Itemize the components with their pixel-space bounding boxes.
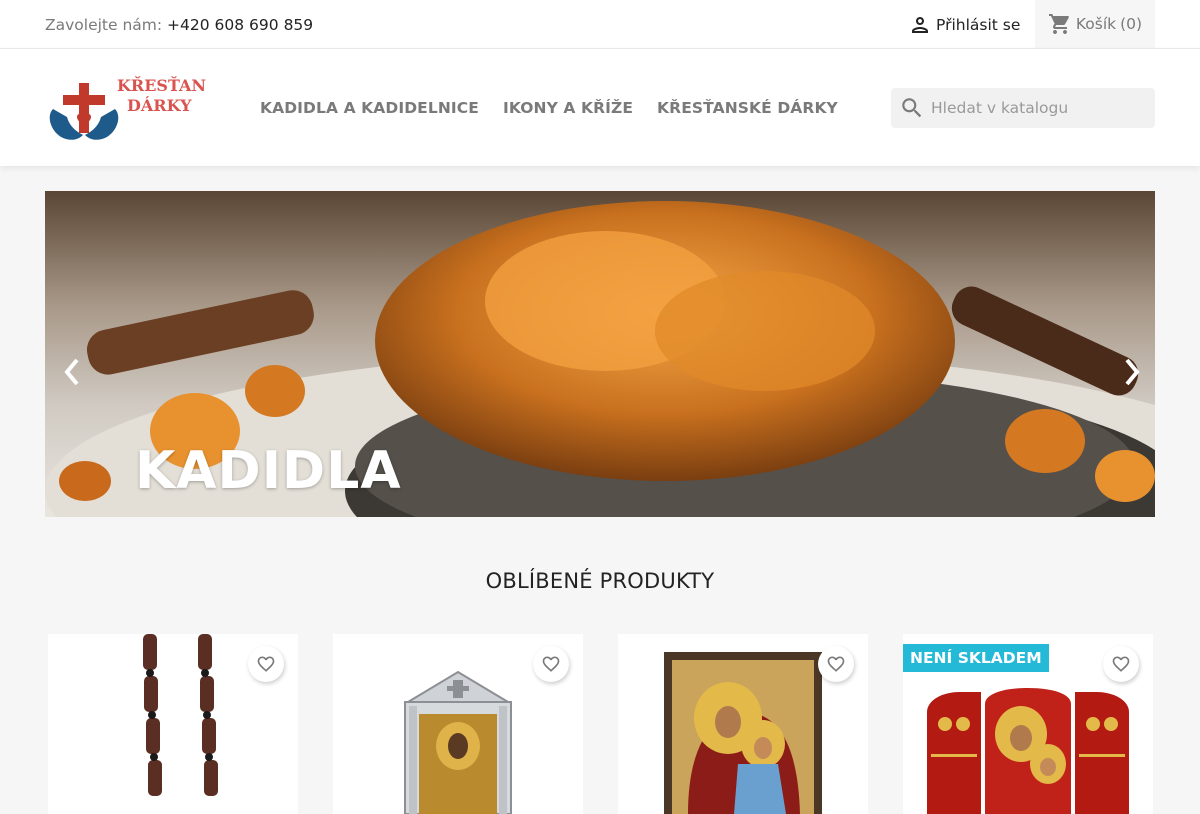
product-card[interactable] <box>618 634 868 814</box>
wishlist-button[interactable] <box>533 646 569 682</box>
nav-item-icons[interactable]: IKONY A KŘÍŽE <box>503 99 633 117</box>
cart-button[interactable]: Košík (0) <box>1035 0 1155 48</box>
product-list: NENÍ SKLADEM <box>48 634 1153 814</box>
search-icon[interactable] <box>899 95 925 121</box>
wishlist-button[interactable] <box>248 646 284 682</box>
chevron-left-icon <box>64 358 79 386</box>
logo-graphic: KŘESŤANSKÉ DÁRKY <box>49 75 244 140</box>
main-header: KŘESŤANSKÉ DÁRKY KADIDLA A KADIDELNICE I… <box>0 49 1200 166</box>
product-card[interactable] <box>333 634 583 814</box>
logo-text-1: KŘESŤANSKÉ <box>117 75 207 95</box>
wishlist-button[interactable] <box>1103 646 1139 682</box>
sign-in-label: Přihlásit se <box>936 16 1021 34</box>
slider-prev-button[interactable] <box>59 354 83 390</box>
product-card[interactable] <box>48 634 298 814</box>
cart-label: Košík <box>1075 15 1117 33</box>
cart-icon <box>1048 14 1069 34</box>
search-box <box>891 88 1155 128</box>
contact-label: Zavolejte nám: <box>45 16 163 34</box>
slider-next-button[interactable] <box>1121 354 1145 390</box>
nav-item-incense[interactable]: KADIDLA A KADIDELNICE <box>260 99 479 117</box>
out-of-stock-badge: NENÍ SKLADEM <box>903 644 1049 672</box>
heart-icon <box>827 656 845 672</box>
featured-products-title: OBLÍBENÉ PRODUKTY <box>485 569 715 593</box>
product-card[interactable]: NENÍ SKLADEM <box>903 634 1153 814</box>
heart-icon <box>1112 656 1130 672</box>
main-nav: KADIDLA A KADIDELNICE IKONY A KŘÍŽE KŘES… <box>260 99 862 117</box>
sign-in-link[interactable]: Přihlásit se <box>908 13 1020 37</box>
wishlist-button[interactable] <box>818 646 854 682</box>
phone-link[interactable]: +420 608 690 859 <box>167 16 313 34</box>
user-icon <box>912 17 928 33</box>
heart-icon <box>257 656 275 672</box>
logo-text-2: DÁRKY <box>127 95 192 115</box>
chevron-right-icon <box>1125 358 1140 386</box>
site-logo[interactable]: KŘESŤANSKÉ DÁRKY <box>45 71 244 147</box>
hero-slider: KADIDLA <box>45 191 1155 517</box>
heart-icon <box>542 656 560 672</box>
cart-count: (0) <box>1120 15 1143 33</box>
top-bar: Zavolejte nám: +420 608 690 859 Přihlási… <box>0 0 1200 49</box>
nav-item-gifts[interactable]: KŘESŤANSKÉ DÁRKY <box>657 99 838 117</box>
search-input[interactable] <box>931 99 1151 117</box>
slide-title: KADIDLA <box>135 441 402 501</box>
contact-info: Zavolejte nám: +420 608 690 859 <box>45 16 313 34</box>
